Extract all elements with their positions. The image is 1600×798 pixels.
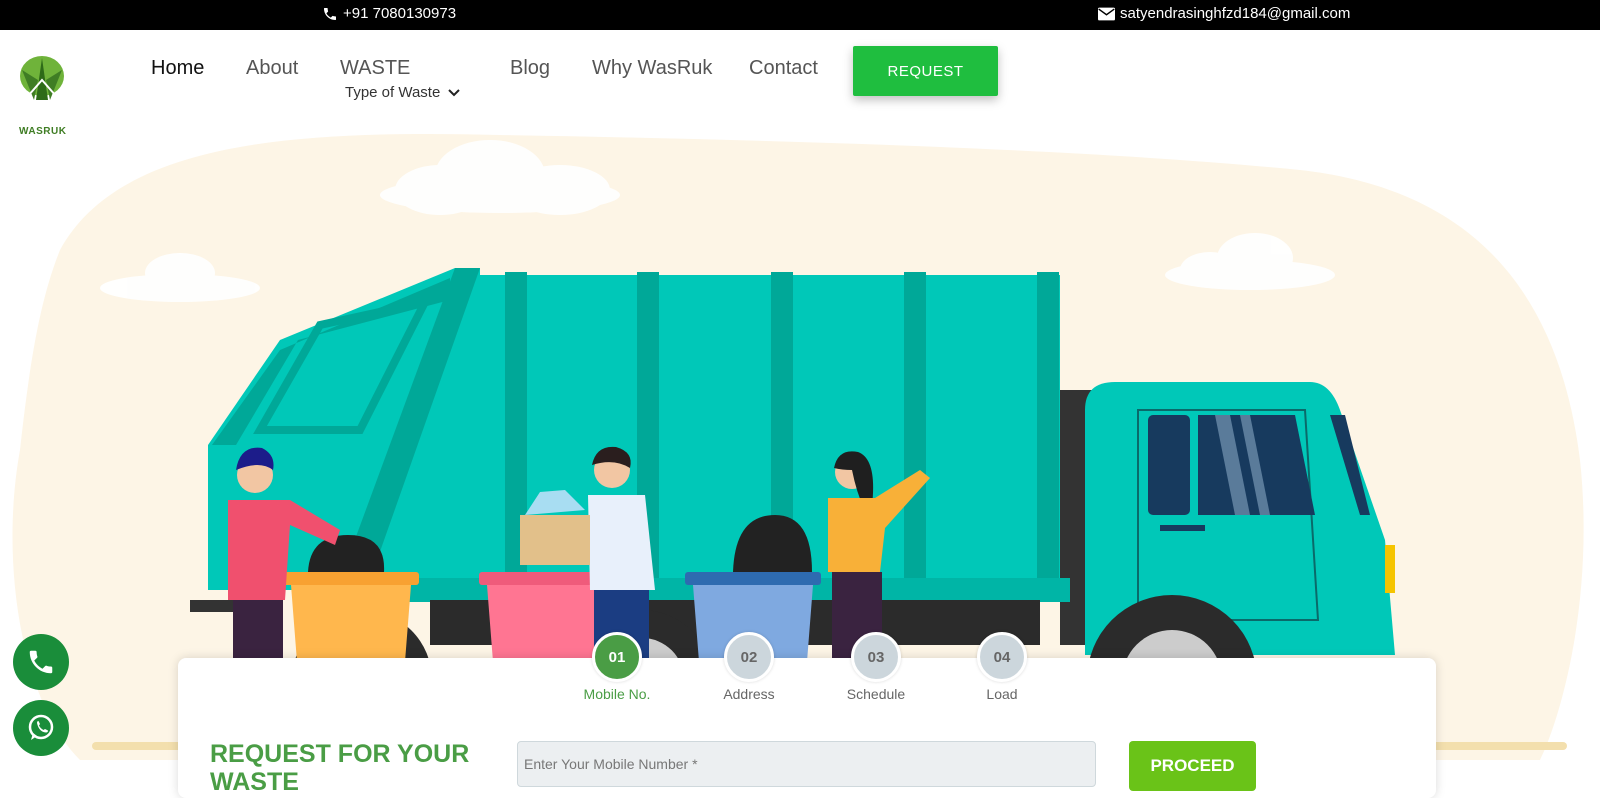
dropdown-label: Type of Waste [345, 84, 441, 101]
email-contact[interactable]: satyendrasinghfzd184@gmail.com [1098, 5, 1350, 22]
step-label: Address [723, 686, 775, 702]
call-button[interactable] [13, 634, 69, 690]
form-title: REQUEST FOR YOUR WASTE [210, 740, 470, 796]
step-number: 03 [851, 632, 901, 682]
step-number: 02 [724, 632, 774, 682]
nav-home[interactable]: Home [151, 57, 204, 80]
request-label: REQUEST [887, 62, 964, 80]
step-number: 04 [977, 632, 1027, 682]
main-navbar: WASRUK Home About WASTE Type of Waste Bl… [0, 30, 1600, 137]
phone-icon [324, 7, 336, 20]
chevron-down-icon [448, 88, 461, 96]
email-address: satyendrasinghfzd184@gmail.com [1120, 5, 1351, 22]
request-button[interactable]: REQUEST [853, 46, 998, 96]
phone-contact[interactable]: +91 7080130973 [322, 5, 456, 22]
type-of-waste-dropdown[interactable]: Type of Waste [345, 84, 461, 101]
step-schedule[interactable]: 03 Schedule [836, 632, 916, 702]
step-load[interactable]: 04 Load [962, 632, 1042, 702]
nav-blog[interactable]: Blog [510, 57, 550, 80]
envelope-icon [1098, 7, 1115, 20]
nav-why-wasruk[interactable]: Why WasRuk [592, 57, 712, 80]
whatsapp-button[interactable] [13, 700, 69, 756]
step-number: 01 [592, 632, 642, 682]
phone-icon [29, 650, 53, 674]
nav-about[interactable]: About [246, 57, 298, 80]
nav-waste[interactable]: WASTE [340, 57, 410, 80]
phone-number: +91 7080130973 [343, 5, 457, 22]
proceed-button[interactable]: PROCEED [1129, 741, 1256, 791]
mobile-number-input[interactable] [517, 741, 1096, 787]
top-bar: +91 7080130973 satyendrasinghfzd184@gmai… [0, 0, 1600, 30]
step-address[interactable]: 02 Address [709, 632, 789, 702]
nav-contact[interactable]: Contact [749, 57, 818, 80]
step-label: Mobile No. [583, 686, 651, 702]
whatsapp-icon [28, 714, 54, 740]
step-label: Load [986, 686, 1018, 702]
wasruk-logo[interactable] [14, 50, 70, 112]
step-mobile[interactable]: 01 Mobile No. [577, 632, 657, 702]
step-label: Schedule [846, 686, 906, 702]
